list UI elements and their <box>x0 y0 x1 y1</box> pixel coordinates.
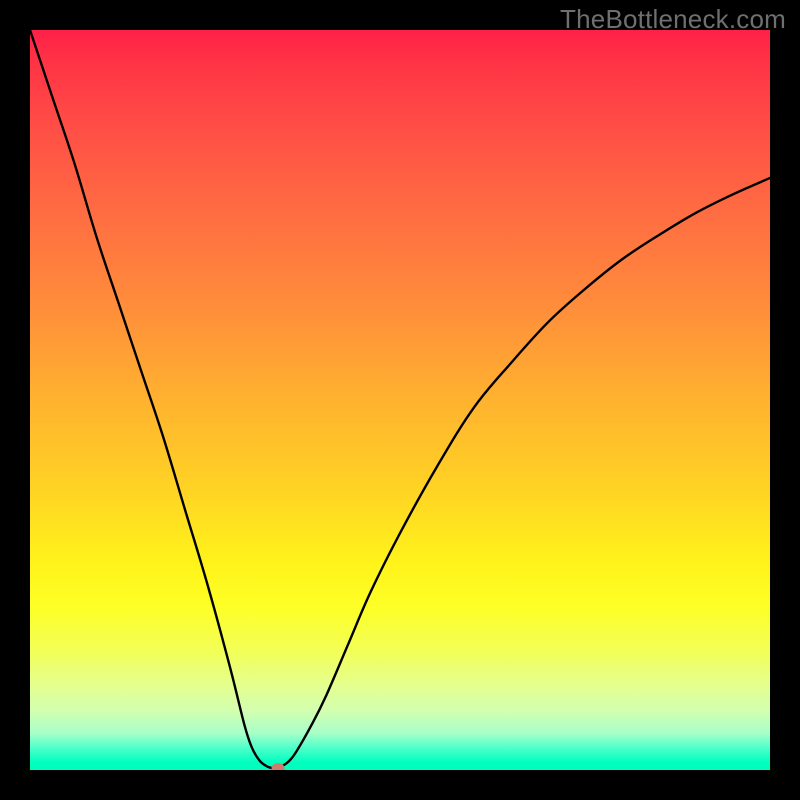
plot-area <box>30 30 770 770</box>
bottleneck-curve <box>30 30 770 770</box>
chart-frame: TheBottleneck.com <box>0 0 800 800</box>
minimum-marker-icon <box>271 763 284 770</box>
